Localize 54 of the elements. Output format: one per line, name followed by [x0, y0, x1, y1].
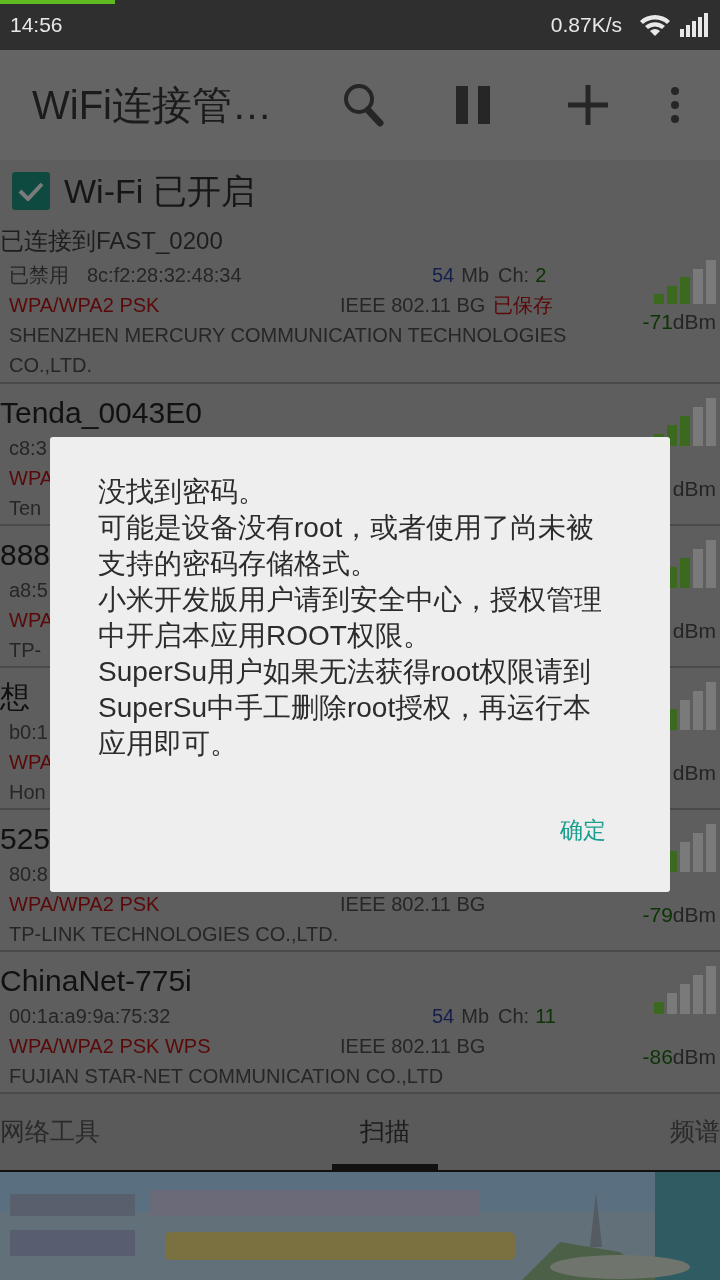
wifi-standard: IEEE 802.11 BG — [340, 293, 486, 318]
signal-unit: dBm — [672, 1045, 716, 1068]
vendor-name: TP-LINK TECHNOLOGIES CO.,LTD. — [9, 922, 339, 947]
channel-label: Ch: — [498, 263, 530, 288]
security-type: WPA — [9, 609, 54, 631]
mac-address: 8c:f2:28:32:48:34 — [87, 264, 242, 286]
network-speed: 0.87K/s — [550, 12, 622, 39]
mac-address: 00:1a:a9:9a:75:32 — [9, 1005, 171, 1027]
speed-unit: Mb — [461, 263, 490, 288]
signal-strength: -86 — [642, 1045, 673, 1068]
channel-label: Ch: — [498, 1004, 530, 1029]
saved-status: 已保存 — [493, 293, 554, 318]
channel: 11 — [535, 1004, 556, 1029]
channel: 2 — [535, 263, 547, 288]
security-type: WPA/WPA2 PSK — [9, 294, 160, 316]
link-speed: 54 — [432, 263, 455, 288]
vendor-name: FUJIAN STAR-NET COMMUNICATION CO.,LTD — [9, 1064, 444, 1089]
dialog-message: 没找到密码。 — [98, 475, 267, 509]
mac-address: c8:3 — [9, 437, 47, 459]
wifi-standard: IEEE 802.11 BG — [340, 1034, 486, 1059]
mac-address: a8:5 — [9, 579, 48, 601]
signal-unit: dBm — [672, 477, 716, 500]
signal-strength: -71 — [642, 310, 673, 333]
speed-unit: Mb — [461, 1004, 490, 1029]
connection-status: 已连接到FAST_0200 — [0, 226, 224, 256]
security-type: WPA/WPA2 PSK WPS — [9, 1035, 211, 1057]
network-name: 888 — [0, 537, 51, 573]
network-name: 525 — [0, 821, 51, 857]
vendor-name: SHENZHEN MERCURY COMMUNICATION TECHNOLOGIES CO.,LTD. — [9, 323, 568, 378]
dialog-message: 小米开发版用户请到安全中心，授权管理中开启本应用ROOT权限。 — [98, 583, 603, 653]
clock: 14:56 — [10, 12, 63, 39]
mac-address: 80:8 — [9, 863, 48, 885]
security-type: WPA — [9, 751, 54, 773]
signal-unit: dBm — [672, 903, 716, 926]
signal-unit: dBm — [672, 619, 716, 642]
security-type: WPA — [9, 467, 54, 489]
dialog-message: 可能是设备没有root，或者使用了尚未被支持的密码存储格式。 — [98, 511, 596, 581]
wifi-standard: IEEE 802.11 BG — [340, 892, 486, 917]
vendor-name: TP- — [9, 638, 42, 663]
mac-address: b0:1 — [9, 721, 48, 743]
network-name: Tenda_0043E0 — [0, 395, 202, 431]
network-name: ChinaNet-775i — [0, 963, 192, 999]
signal-unit: dBm — [672, 761, 716, 784]
security-type: WPA/WPA2 PSK — [9, 893, 160, 915]
signal-unit: dBm — [672, 310, 716, 333]
network-name: 想 — [0, 679, 30, 715]
signal-strength: -79 — [642, 903, 673, 926]
app-title: WiFi连接管… — [32, 82, 272, 129]
dialog-message: SuperSu用户如果无法获得root权限请到SuperSu中手工删除root授权，再运行本应用即可。 — [98, 655, 593, 761]
network-status: 已禁用 — [9, 264, 69, 286]
vendor-name: Hon — [9, 780, 46, 805]
link-speed: 54 — [432, 1004, 455, 1029]
wifi-toggle-label: Wi-Fi 已开启 — [64, 170, 255, 212]
vendor-name: Ten — [9, 496, 42, 521]
